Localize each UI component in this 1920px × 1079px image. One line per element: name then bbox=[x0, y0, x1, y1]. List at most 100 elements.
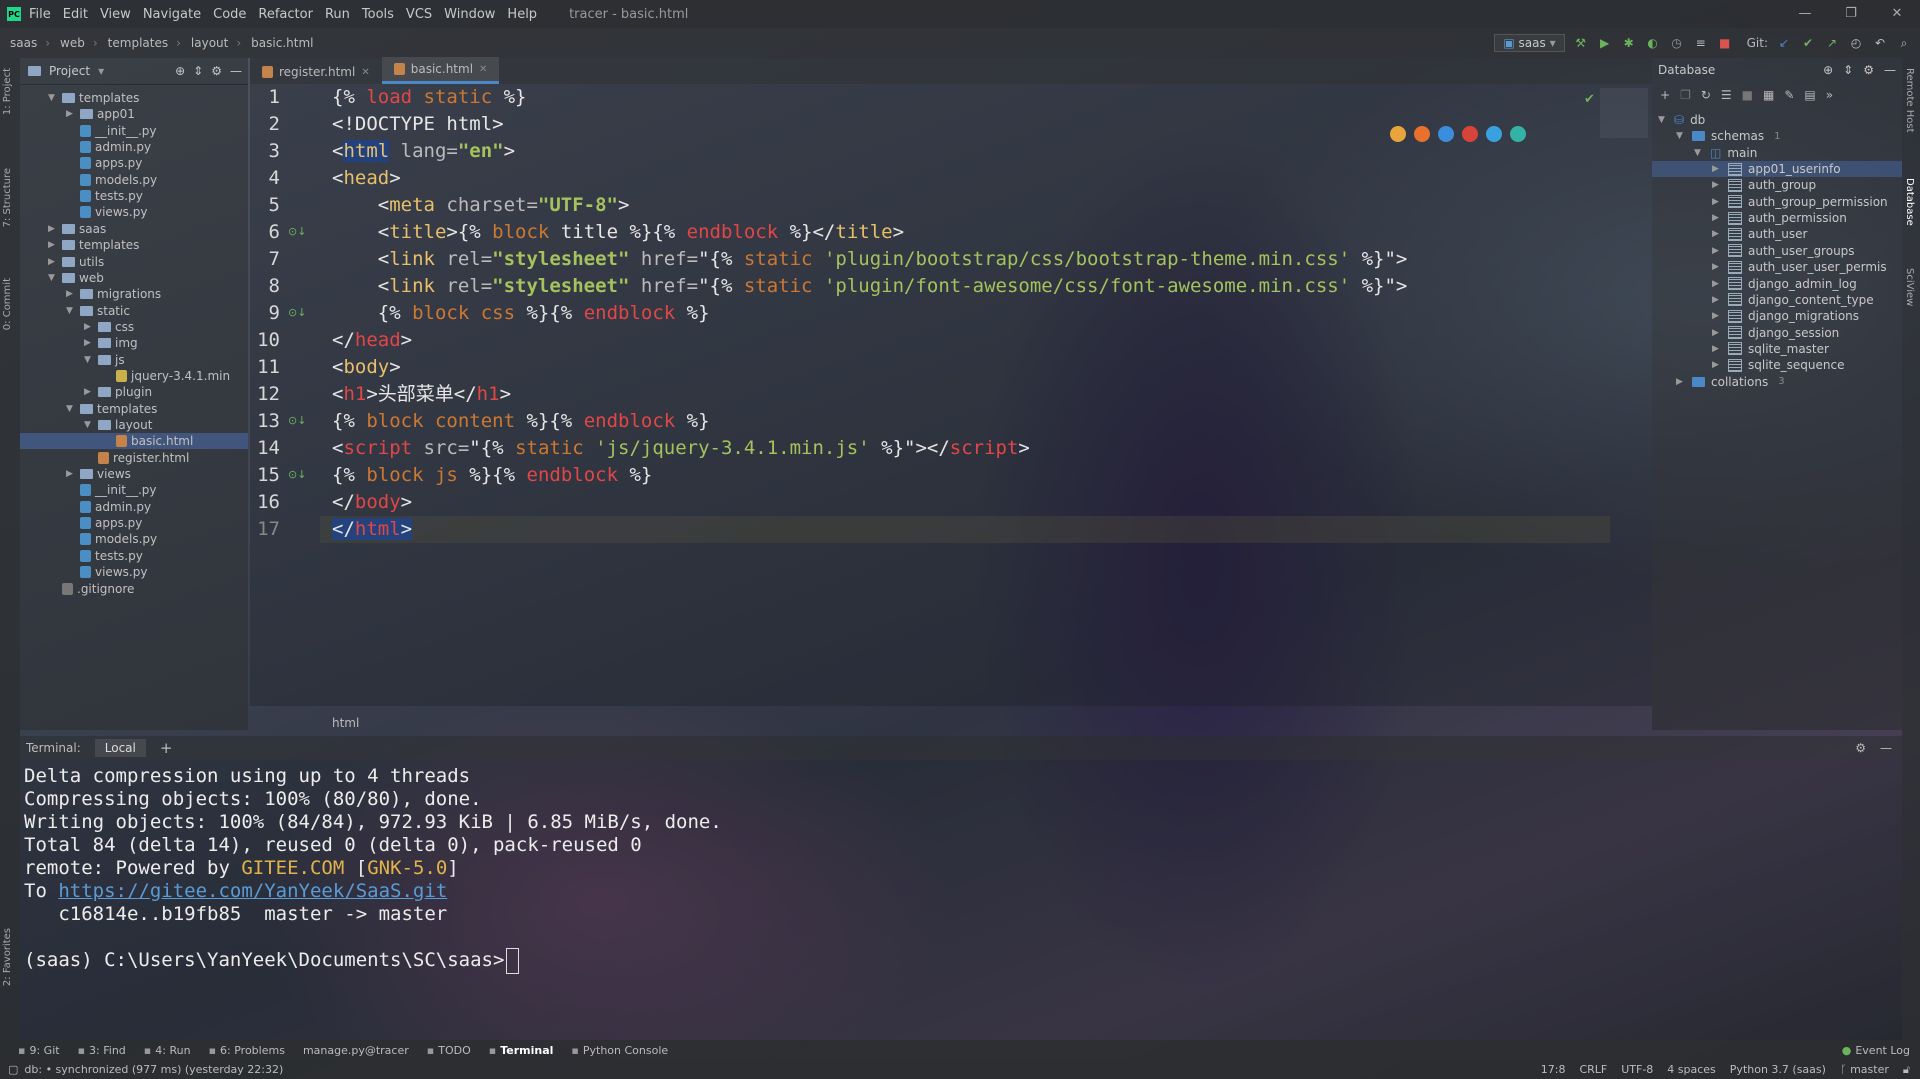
menu-vcs[interactable]: VCS bbox=[406, 7, 432, 22]
chevron-down-icon[interactable]: ▼ bbox=[48, 273, 58, 283]
db-tree-item[interactable]: ▶ app01_userinfo bbox=[1652, 161, 1902, 178]
menu-window[interactable]: Window bbox=[444, 7, 495, 22]
chevron-right-icon[interactable]: ▶ bbox=[1712, 180, 1722, 190]
file-encoding[interactable]: UTF-8 bbox=[1621, 1063, 1653, 1076]
editor-breadcrumb[interactable]: html bbox=[332, 716, 359, 730]
db-tree-item[interactable]: ▶ django_migrations bbox=[1652, 308, 1902, 324]
run-list-icon[interactable]: ≡ bbox=[1693, 35, 1709, 51]
database-tool-tab[interactable]: Database bbox=[1904, 178, 1915, 226]
tab-basic-html[interactable]: basic.html ✕ bbox=[381, 57, 500, 84]
db-tree-item[interactable]: ▶ auth_group bbox=[1652, 177, 1902, 193]
filter-icon[interactable]: » bbox=[1826, 88, 1833, 102]
breadcrumb-item[interactable]: layout bbox=[191, 36, 228, 50]
locate-icon[interactable]: ⊕ bbox=[1823, 63, 1833, 77]
chevron-down-icon[interactable]: ▼ bbox=[66, 306, 76, 316]
tree-item[interactable]: models.py bbox=[20, 531, 248, 547]
chevron-right-icon[interactable]: ▶ bbox=[66, 109, 76, 119]
git-commit-icon[interactable]: ✔ bbox=[1800, 35, 1816, 51]
chevron-right-icon[interactable]: ▶ bbox=[1712, 229, 1722, 239]
profile-icon[interactable]: ◷ bbox=[1669, 35, 1685, 51]
chevron-down-icon[interactable]: ▼ bbox=[84, 420, 94, 430]
git-branch[interactable]: ᚴ master bbox=[1840, 1063, 1889, 1076]
tree-item[interactable]: ▶ templates bbox=[20, 237, 248, 253]
chevron-right-icon[interactable]: ▶ bbox=[84, 338, 94, 348]
git-push-icon[interactable]: ↗ bbox=[1824, 35, 1840, 51]
menu-tools[interactable]: Tools bbox=[362, 7, 394, 22]
tree-item[interactable]: ▶ img bbox=[20, 335, 248, 351]
db-tree-item[interactable]: ▶ django_content_type bbox=[1652, 292, 1902, 308]
chevron-right-icon[interactable]: ▶ bbox=[1712, 279, 1722, 289]
run-config-select[interactable]: ▣ saas ▾ bbox=[1494, 34, 1565, 52]
db-tree-item[interactable]: ▶ auth_permission bbox=[1652, 210, 1902, 226]
remote-host-tool-tab[interactable]: Remote Host bbox=[1904, 68, 1915, 133]
tree-item[interactable]: __init__.py bbox=[20, 123, 248, 139]
project-tool-tab[interactable]: 1: Project bbox=[2, 68, 13, 115]
db-tree-item[interactable]: ▶ collations 3 bbox=[1652, 374, 1902, 390]
chevron-right-icon[interactable]: ▶ bbox=[1676, 377, 1686, 387]
chrome-icon[interactable] bbox=[1390, 126, 1406, 142]
tree-item[interactable]: basic.html bbox=[20, 433, 248, 450]
chevron-right-icon[interactable]: ▶ bbox=[1712, 213, 1722, 223]
tree-item[interactable]: models.py bbox=[20, 172, 248, 188]
tree-item[interactable]: ▶ views bbox=[20, 466, 248, 482]
chevron-down-icon[interactable]: ▼ bbox=[84, 355, 94, 365]
line-separator[interactable]: CRLF bbox=[1579, 1063, 1607, 1076]
commit-tool-tab[interactable]: 0: Commit bbox=[2, 278, 13, 330]
tree-item[interactable]: ▼ static bbox=[20, 303, 248, 319]
tree-item[interactable]: admin.py bbox=[20, 499, 248, 515]
tree-item[interactable]: ▶ migrations bbox=[20, 286, 248, 302]
chevron-right-icon[interactable]: ▶ bbox=[1712, 164, 1722, 174]
tree-item[interactable]: ▶ plugin bbox=[20, 384, 248, 400]
collapse-all-icon[interactable]: ⇕ bbox=[1843, 63, 1853, 77]
event-log-button[interactable]: ● Event Log bbox=[1842, 1040, 1910, 1060]
safari-icon[interactable] bbox=[1438, 126, 1454, 142]
menu-navigate[interactable]: Navigate bbox=[143, 7, 201, 22]
breadcrumb-item[interactable]: templates bbox=[108, 36, 168, 50]
chevron-right-icon[interactable]: ▶ bbox=[1712, 197, 1722, 207]
breadcrumb-item[interactable]: basic.html bbox=[251, 36, 313, 50]
tool-window-python-console[interactable]: ▪ Python Console bbox=[571, 1044, 668, 1057]
stop-icon[interactable]: ■ bbox=[1717, 35, 1733, 51]
db-tree-item[interactable]: ▶ auth_user_groups bbox=[1652, 243, 1902, 259]
tree-item[interactable]: ▶ css bbox=[20, 319, 248, 335]
gear-icon[interactable]: ⚙ bbox=[211, 64, 222, 78]
tree-item[interactable]: .gitignore bbox=[20, 581, 248, 597]
add-icon[interactable]: + bbox=[1660, 88, 1670, 102]
edit-icon[interactable]: ✎ bbox=[1784, 88, 1794, 102]
menu-file[interactable]: File bbox=[29, 7, 51, 22]
chevron-right-icon[interactable]: ▶ bbox=[1712, 328, 1722, 338]
tree-item[interactable]: tests.py bbox=[20, 188, 248, 204]
menu-view[interactable]: View bbox=[100, 7, 131, 22]
menu-refactor[interactable]: Refactor bbox=[258, 7, 313, 22]
locate-icon[interactable]: ⊕ bbox=[175, 64, 185, 78]
opera-icon[interactable] bbox=[1462, 126, 1478, 142]
menu-help[interactable]: Help bbox=[507, 7, 537, 22]
chevron-right-icon[interactable]: ▶ bbox=[1712, 311, 1722, 321]
chevron-right-icon[interactable]: ▶ bbox=[1712, 262, 1722, 272]
chevron-right-icon[interactable]: ▶ bbox=[1712, 246, 1722, 256]
git-update-icon[interactable]: ↙ bbox=[1776, 35, 1792, 51]
chevron-right-icon[interactable]: ▶ bbox=[84, 322, 94, 332]
tree-item[interactable]: tests.py bbox=[20, 548, 248, 564]
chevron-right-icon[interactable]: ▶ bbox=[1712, 295, 1722, 305]
chevron-down-icon[interactable]: ▼ bbox=[1676, 131, 1686, 141]
db-tree-item[interactable]: ▶ django_session bbox=[1652, 325, 1902, 341]
tree-item[interactable]: ▼ templates bbox=[20, 90, 248, 106]
refresh-icon[interactable]: ↻ bbox=[1701, 88, 1711, 102]
sciview-tool-tab[interactable]: SciView bbox=[1904, 268, 1915, 306]
run-icon[interactable]: ▶ bbox=[1597, 35, 1613, 51]
new-terminal-button[interactable]: + bbox=[160, 739, 173, 757]
debug-icon[interactable]: ✱ bbox=[1621, 35, 1637, 51]
rollback-icon[interactable]: ↶ bbox=[1872, 35, 1888, 51]
chevron-right-icon[interactable]: ▶ bbox=[48, 240, 58, 250]
ie-icon[interactable] bbox=[1486, 126, 1502, 142]
minimize-icon[interactable]: — bbox=[1782, 0, 1828, 28]
table-icon[interactable]: ▦ bbox=[1763, 88, 1774, 102]
chevron-right-icon[interactable]: ▶ bbox=[1712, 344, 1722, 354]
close-icon[interactable]: ✕ bbox=[479, 64, 487, 75]
db-tree-item[interactable]: ▶ sqlite_master bbox=[1652, 341, 1902, 357]
copy-icon[interactable]: ❐ bbox=[1680, 88, 1691, 102]
tool-window-4-run[interactable]: ▪ 4: Run bbox=[144, 1044, 191, 1057]
tool-window-terminal[interactable]: ▪ Terminal bbox=[489, 1044, 554, 1057]
hide-icon[interactable]: — bbox=[1880, 741, 1892, 755]
